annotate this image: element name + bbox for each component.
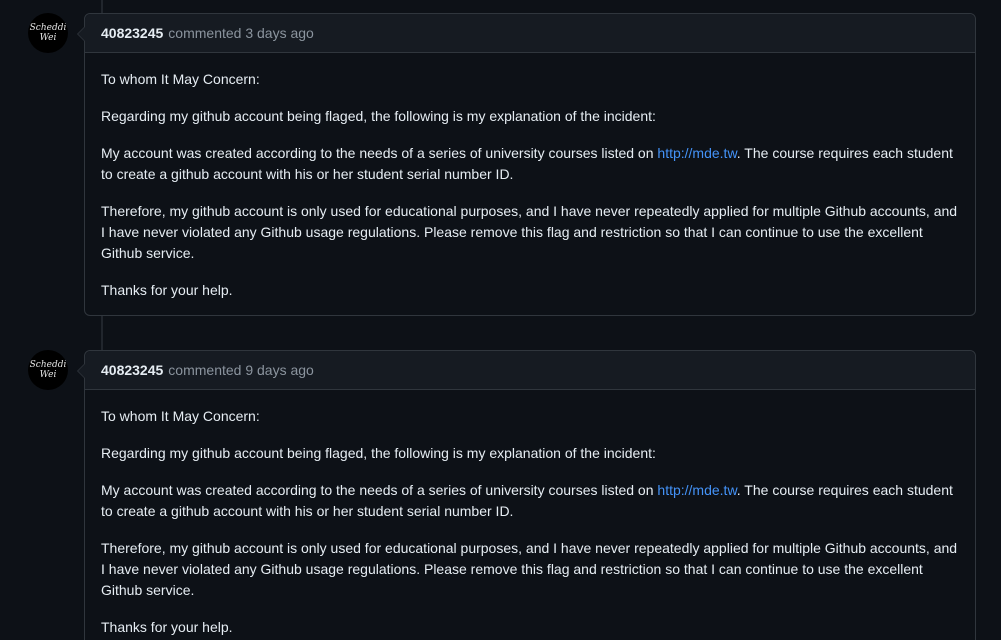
- comment-closing: Thanks for your help.: [101, 619, 233, 635]
- comment-body: To whom It May Concern: Regarding my git…: [85, 53, 975, 315]
- avatar-text-line: Scheddi: [29, 23, 67, 33]
- avatar[interactable]: Scheddi Wei: [28, 13, 68, 53]
- course-link[interactable]: http://mde.tw: [657, 482, 736, 498]
- author-link[interactable]: 40823245: [101, 25, 163, 41]
- comment-paragraph: Regarding my github account being flaged…: [101, 445, 656, 461]
- comment-box: 40823245 commented 3 days ago To whom It…: [77, 13, 976, 316]
- comment-paragraph: Regarding my github account being flaged…: [101, 108, 656, 124]
- comment-header: 40823245 commented 9 days ago: [85, 351, 975, 390]
- comment-timestamp[interactable]: 9 days ago: [241, 362, 314, 378]
- course-link[interactable]: http://mde.tw: [657, 145, 736, 161]
- comment-paragraph: My account was created according to the …: [101, 482, 953, 519]
- comment-header: 40823245 commented 3 days ago: [85, 14, 975, 53]
- comment-body: To whom It May Concern: Regarding my git…: [85, 390, 975, 640]
- comment-closing: Thanks for your help.: [101, 282, 233, 298]
- avatar-text-line: Wei: [39, 370, 57, 380]
- comment-timestamp[interactable]: 3 days ago: [241, 25, 314, 41]
- comment-action: commented: [168, 25, 242, 41]
- comment-action: commented: [168, 362, 242, 378]
- comment-greeting: To whom It May Concern:: [101, 408, 260, 424]
- comment-paragraph: Therefore, my github account is only use…: [101, 203, 958, 261]
- comment-box: 40823245 commented 9 days ago To whom It…: [77, 350, 976, 640]
- comment-greeting: To whom It May Concern:: [101, 71, 260, 87]
- comment-paragraph: Therefore, my github account is only use…: [101, 540, 958, 598]
- avatar[interactable]: Scheddi Wei: [28, 350, 68, 390]
- avatar-text-line: Scheddi: [29, 360, 67, 370]
- comment-paragraph: My account was created according to the …: [101, 145, 953, 182]
- author-link[interactable]: 40823245: [101, 362, 163, 378]
- avatar-text-line: Wei: [39, 33, 57, 43]
